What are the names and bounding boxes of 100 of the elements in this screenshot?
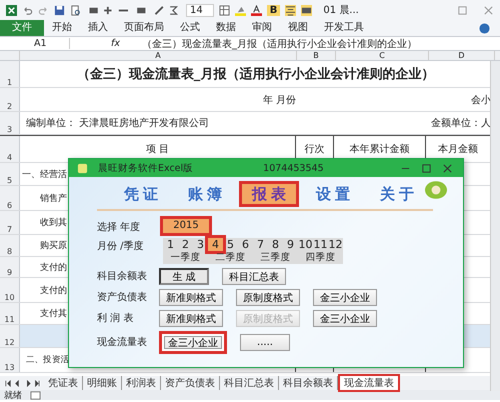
row-header[interactable]: 2 xyxy=(0,88,20,111)
table-cell-text: 支付的 xyxy=(40,262,67,274)
report-label: 利 润 表 xyxy=(97,312,134,326)
merge-cells-icon[interactable] xyxy=(301,4,312,16)
report-button[interactable]: 科目汇总表 xyxy=(222,268,286,285)
nav-tab[interactable]: 账簿 xyxy=(175,181,235,207)
table-cell-text: 金额单位：人 xyxy=(431,116,491,130)
name-box[interactable]: A1 xyxy=(0,38,70,49)
macro-record-icon[interactable] xyxy=(30,390,41,400)
month-option[interactable]: 9 xyxy=(283,238,298,251)
font-color-icon[interactable] xyxy=(250,4,262,16)
formula-field[interactable]: （金三）现金流量表_月报（适用执行小企业会计准则的企业） xyxy=(128,36,417,50)
save-icon[interactable] xyxy=(54,4,65,16)
month-option[interactable]: 1 xyxy=(163,238,178,251)
nav-tab[interactable]: 关于 xyxy=(367,181,427,207)
report-label: 科目余额表 xyxy=(97,270,148,284)
report-button[interactable]: 生 成 xyxy=(159,268,209,285)
quarter-option[interactable]: 二季度 xyxy=(208,251,253,264)
row-header[interactable]: 8 xyxy=(0,235,20,256)
row-header[interactable]: 9 xyxy=(0,257,20,277)
month-option[interactable]: 3 xyxy=(193,238,208,251)
status-text: 就绪 xyxy=(4,390,22,402)
table-cell-text: 支付的 xyxy=(40,284,67,296)
month-option[interactable]: 5 xyxy=(223,238,238,251)
month-option[interactable]: 7 xyxy=(253,238,268,251)
year-field[interactable]: 2015 xyxy=(163,219,209,233)
ribbon-tab[interactable]: 公式 xyxy=(172,20,208,36)
report-label: 资产负债表 xyxy=(97,290,148,305)
maximize-icon[interactable] xyxy=(421,162,432,174)
report-button[interactable]: 金三小企业 xyxy=(159,331,227,354)
ribbon-tab[interactable]: 插入 xyxy=(80,20,116,36)
column-header[interactable]: A xyxy=(20,51,297,60)
report-button[interactable]: 新准则格式 xyxy=(159,289,223,306)
table-cell-text: 收到其 xyxy=(40,216,67,229)
row-header[interactable]: 6 xyxy=(0,186,20,210)
month-option[interactable]: 12 xyxy=(328,238,343,251)
report-button[interactable]: 原制度格式 xyxy=(236,289,300,306)
row-header[interactable]: 12 xyxy=(0,325,20,347)
month-option[interactable]: 8 xyxy=(268,238,283,251)
ribbon-tab[interactable]: 页面布局 xyxy=(116,20,172,36)
fill-color-icon[interactable] xyxy=(234,4,246,16)
undo-icon[interactable] xyxy=(22,4,33,16)
close-icon[interactable] xyxy=(442,162,453,174)
month-option[interactable]: 6 xyxy=(238,238,253,251)
bold-button[interactable]: B xyxy=(266,4,280,16)
quarter-option[interactable]: 三季度 xyxy=(253,251,298,264)
app-logo-icon xyxy=(77,162,88,174)
report-label: 现金流量表 xyxy=(97,336,148,350)
table-cell-text: 行次 xyxy=(304,143,324,156)
font-size-field[interactable]: 14 xyxy=(186,4,214,16)
quarter-option[interactable]: 四季度 xyxy=(298,251,343,264)
row-header[interactable]: 11 xyxy=(0,303,20,324)
row-header[interactable]: 7 xyxy=(0,211,20,234)
sheet-tab[interactable]: 现金流量表 xyxy=(338,374,400,392)
align-center-icon[interactable] xyxy=(285,4,296,16)
ribbon-tab[interactable]: 文件 xyxy=(0,20,44,36)
print-preview-icon[interactable] xyxy=(70,4,81,16)
report-button[interactable]: ..... xyxy=(240,334,290,351)
year-label: 选择 年度 xyxy=(97,220,142,235)
table-cell-text: 销售产 xyxy=(40,192,67,204)
table-cell-text: 项 目 xyxy=(146,143,170,156)
ribbon-tab[interactable]: 开发工具 xyxy=(316,20,372,36)
column-header[interactable]: C xyxy=(336,51,429,60)
month-label: 月份 /季度 xyxy=(97,240,145,254)
table-cell-text: 本年累计金额 xyxy=(350,142,410,156)
row-header[interactable]: 13 xyxy=(0,348,20,372)
nav-tab[interactable]: 设置 xyxy=(303,181,363,207)
ribbon-tab[interactable]: 审阅 xyxy=(244,20,280,36)
nav-tab[interactable]: 报表 xyxy=(239,181,299,207)
month-option[interactable]: 10 xyxy=(298,238,313,251)
table-cell-text: 编制单位： 天津晨旺房地产开发有限公司 xyxy=(26,116,210,130)
sheet-navigation-icon[interactable] xyxy=(4,378,40,388)
table-cell-text: 支付其 xyxy=(40,308,67,320)
vertical-scrollbar[interactable] xyxy=(490,61,500,391)
column-header[interactable]: B xyxy=(297,51,336,60)
row-header[interactable]: 4 xyxy=(0,136,20,162)
report-button[interactable]: 新准则格式 xyxy=(159,310,223,327)
table-icon[interactable] xyxy=(218,4,230,16)
report-button[interactable]: 金三小企业 xyxy=(313,310,377,327)
month-option[interactable]: 11 xyxy=(313,238,328,251)
row-header[interactable]: 10 xyxy=(0,278,20,302)
insert-function-button[interactable]: fx xyxy=(70,38,128,49)
maximize-icon[interactable] xyxy=(457,4,468,16)
ribbon-tab[interactable]: 视图 xyxy=(280,20,316,36)
row-header[interactable]: 1 xyxy=(0,61,20,87)
close-icon[interactable] xyxy=(483,4,494,16)
column-header[interactable]: D xyxy=(429,51,495,60)
table-cell-text: 购买原 xyxy=(40,240,67,252)
table-cell-text: 本月金额 xyxy=(438,142,478,156)
sheet-title: （金三）现金流量表_月报（适用执行小企业会计准则的企业） xyxy=(76,66,436,84)
report-button[interactable]: 金三小企业 xyxy=(313,289,377,306)
quarter-option[interactable]: 一季度 xyxy=(163,251,208,264)
month-option[interactable]: 4 xyxy=(208,238,223,251)
ribbon-tab[interactable]: 开始 xyxy=(44,20,80,36)
month-option[interactable]: 2 xyxy=(178,238,193,251)
spreadsheet-logo-icon xyxy=(6,4,17,16)
row-header[interactable]: 5 xyxy=(0,163,20,185)
nav-tab[interactable]: 凭证 xyxy=(111,181,171,207)
ribbon-tab[interactable]: 数据 xyxy=(208,20,244,36)
row-header[interactable]: 3 xyxy=(0,112,20,134)
